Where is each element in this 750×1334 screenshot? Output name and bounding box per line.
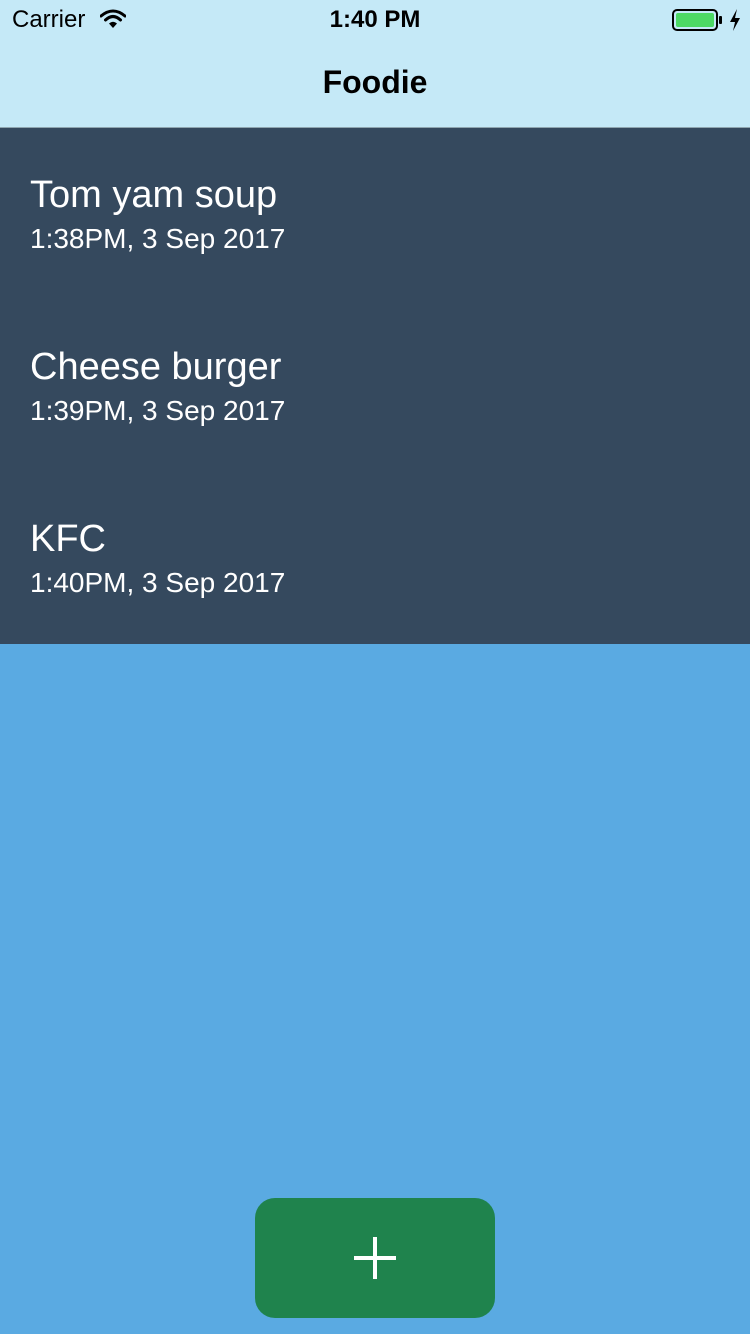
battery-icon	[672, 9, 722, 31]
food-timestamp: 1:40PM, 3 Sep 2017	[30, 567, 286, 598]
list-item[interactable]: Cheese burger 1:39PM, 3 Sep 2017	[0, 300, 750, 472]
status-time: 1:40 PM	[329, 6, 421, 33]
plus-icon	[354, 1237, 396, 1279]
navigation-header: Carrier 1:40 PM Foodie	[0, 0, 750, 128]
page-title: Foodie	[322, 64, 428, 100]
list-item[interactable]: Tom yam soup 1:38PM, 3 Sep 2017	[0, 128, 750, 300]
food-timestamp: 1:39PM, 3 Sep 2017	[30, 395, 286, 426]
food-name: Cheese burger	[30, 346, 282, 388]
food-name: KFC	[30, 518, 106, 560]
food-timestamp: 1:38PM, 3 Sep 2017	[30, 223, 286, 254]
add-food-button[interactable]	[255, 1198, 495, 1318]
status-bar: Carrier 1:40 PM	[0, 0, 750, 40]
list-item[interactable]: KFC 1:40PM, 3 Sep 2017	[0, 472, 750, 644]
food-list: Tom yam soup 1:38PM, 3 Sep 2017 Cheese b…	[0, 128, 750, 644]
charging-bolt-icon	[730, 9, 740, 31]
food-name: Tom yam soup	[30, 174, 278, 216]
